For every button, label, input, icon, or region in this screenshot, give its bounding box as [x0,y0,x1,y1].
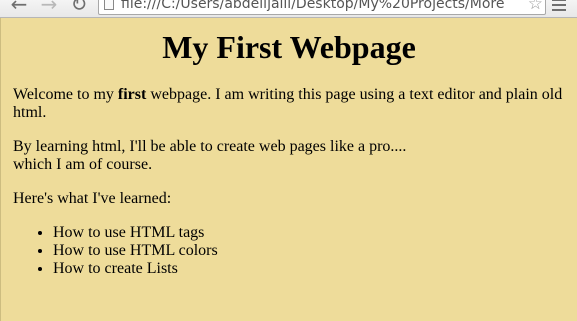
reload-icon[interactable]: ↻ [68,0,90,14]
list-item: How to use HTML colors [53,242,218,260]
learning-paragraph: By learning html, I'll be able to create… [13,138,569,174]
learned-list: How to use HTML tags How to use HTML col… [13,224,218,278]
list-item: How to use HTML tags [53,224,218,242]
learned-heading: Here's what I've learned: [13,190,172,207]
intro-text-start: Welcome to my [13,86,118,103]
intro-bold-word: first [117,86,147,103]
list-item: How to create Lists [53,260,218,278]
address-url[interactable]: file:///C:/Users/abdelljalil/Desktop/My%… [121,0,504,12]
page-title: My First Webpage [162,29,416,65]
page-icon [104,0,114,10]
browser-window: ← → ↻ file:///C:/Users/abdelljalil/Deskt… [0,0,577,321]
intro-paragraph: Welcome to my first webpage. I am writin… [13,86,569,122]
browser-toolbar: ← → ↻ file:///C:/Users/abdelljalil/Deskt… [0,0,577,18]
page-content: My First Webpage Welcome to my first web… [0,18,577,321]
learning-line-1: By learning html, I'll be able to create… [13,138,407,155]
menu-icon[interactable] [552,0,566,13]
bookmark-star-icon[interactable]: ☆ [525,0,543,14]
back-arrow-icon[interactable]: ← [8,0,30,14]
forward-arrow-icon[interactable]: → [38,0,60,14]
address-bar[interactable]: file:///C:/Users/abdelljalil/Desktop/My%… [98,0,546,15]
learning-line-2: which I am of course. [13,156,153,173]
